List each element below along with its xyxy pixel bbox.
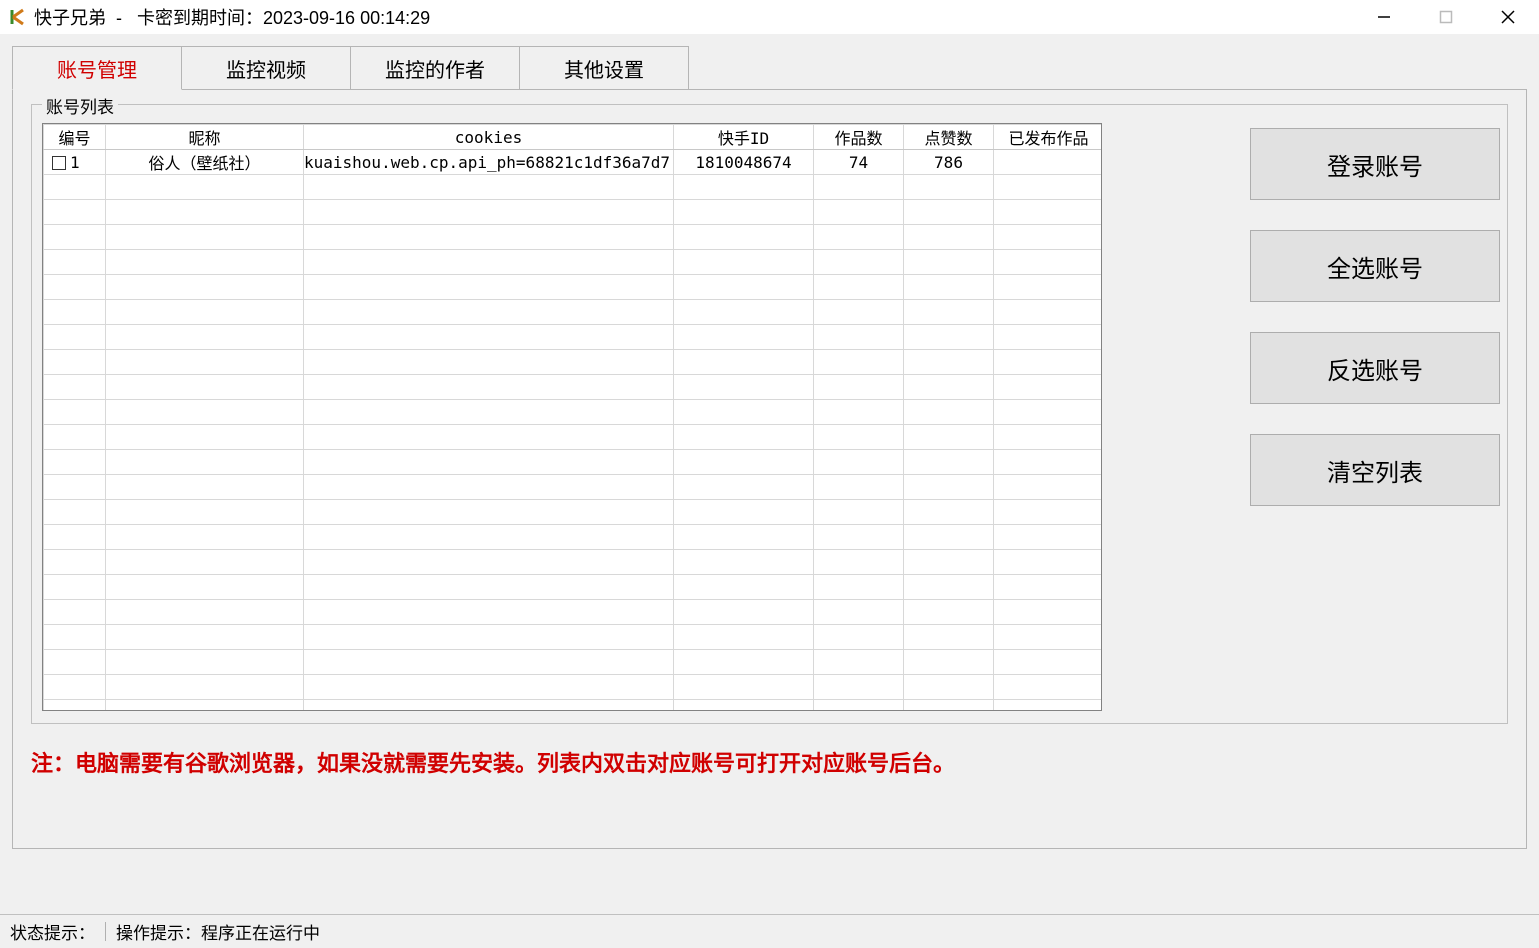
table-row[interactable] [44, 625, 1103, 650]
select-all-button[interactable]: 全选账号 [1250, 230, 1500, 302]
status-hint: 操作提示： 程序正在运行中 [106, 915, 330, 948]
cell-nickname: 俗人（壁纸社） [106, 150, 304, 175]
table-row[interactable] [44, 275, 1103, 300]
cell-id[interactable]: 1 [44, 150, 106, 175]
cell-ksid: 1810048674 [674, 150, 814, 175]
tab-label: 监控视频 [226, 54, 306, 83]
table-row[interactable] [44, 225, 1103, 250]
table-row[interactable] [44, 575, 1103, 600]
title-bar: 快子兄弟 - 卡密到期时间：2023-09-16 00:14:29 [0, 0, 1539, 34]
groupbox-title: 账号列表 [42, 93, 118, 118]
tab-panel: 账号列表 编号 昵称 [12, 89, 1527, 849]
app-icon [8, 7, 28, 27]
col-id[interactable]: 编号 [44, 125, 106, 150]
status-bar: 状态提示： 操作提示： 程序正在运行中 [0, 914, 1539, 948]
table-row[interactable] [44, 675, 1103, 700]
cell-published [994, 150, 1103, 175]
status-label: 状态提示： [0, 915, 105, 948]
login-account-button[interactable]: 登录账号 [1250, 128, 1500, 200]
tab-monitor-author[interactable]: 监控的作者 [350, 46, 520, 90]
table-row[interactable] [44, 500, 1103, 525]
table-row[interactable] [44, 600, 1103, 625]
col-nickname[interactable]: 昵称 [106, 125, 304, 150]
minimize-button[interactable] [1353, 0, 1415, 34]
invert-select-button[interactable]: 反选账号 [1250, 332, 1500, 404]
tab-other-settings[interactable]: 其他设置 [519, 46, 689, 90]
col-published[interactable]: 已发布作品 [994, 125, 1103, 150]
table-row[interactable] [44, 400, 1103, 425]
table-row[interactable] [44, 525, 1103, 550]
table-row[interactable] [44, 700, 1103, 712]
col-cookies[interactable]: cookies [304, 125, 674, 150]
close-button[interactable] [1477, 0, 1539, 34]
account-table[interactable]: 编号 昵称 cookies 快手ID 作品数 点赞数 已发布作品 1俗人（壁纸社… [42, 123, 1102, 711]
table-row[interactable] [44, 250, 1103, 275]
clear-list-button[interactable]: 清空列表 [1250, 434, 1500, 506]
table-row[interactable] [44, 550, 1103, 575]
tab-label: 监控的作者 [385, 54, 485, 83]
status-hint-value: 程序正在运行中 [201, 919, 320, 944]
table-row[interactable] [44, 650, 1103, 675]
table-row[interactable] [44, 350, 1103, 375]
table-row[interactable] [44, 450, 1103, 475]
note-text: 注：电脑需要有谷歌浏览器，如果没就需要先安装。列表内双击对应账号可打开对应账号后… [31, 746, 1508, 778]
col-works[interactable]: 作品数 [814, 125, 904, 150]
col-likes[interactable]: 点赞数 [904, 125, 994, 150]
tab-strip: 账号管理 监控视频 监控的作者 其他设置 [12, 46, 1527, 90]
side-buttons: 登录账号 全选账号 反选账号 清空列表 [1250, 128, 1500, 506]
tab-label: 账号管理 [57, 54, 137, 83]
tab-account-manage[interactable]: 账号管理 [12, 46, 182, 90]
table-header-row: 编号 昵称 cookies 快手ID 作品数 点赞数 已发布作品 [44, 125, 1103, 150]
row-checkbox[interactable] [52, 156, 66, 170]
table-row[interactable]: 1俗人（壁纸社）kuaishou.web.cp.api_ph=68821c1df… [44, 150, 1103, 175]
client-area: 账号管理 监控视频 监控的作者 其他设置 账号列表 [0, 34, 1539, 914]
maximize-button[interactable] [1415, 0, 1477, 34]
table-row[interactable] [44, 375, 1103, 400]
cell-likes: 786 [904, 150, 994, 175]
cell-works: 74 [814, 150, 904, 175]
table-row[interactable] [44, 425, 1103, 450]
table-row[interactable] [44, 300, 1103, 325]
window-title: 快子兄弟 - 卡密到期时间：2023-09-16 00:14:29 [34, 4, 430, 30]
table-row[interactable] [44, 200, 1103, 225]
table-row[interactable] [44, 325, 1103, 350]
status-hint-label: 操作提示： [116, 919, 201, 944]
tab-label: 其他设置 [564, 54, 644, 83]
window-controls [1353, 0, 1539, 34]
table-row[interactable] [44, 175, 1103, 200]
tab-monitor-video[interactable]: 监控视频 [181, 46, 351, 90]
table-row[interactable] [44, 475, 1103, 500]
cell-cookies: kuaishou.web.cp.api_ph=68821c1df36a7d7..… [304, 150, 674, 175]
col-ksid[interactable]: 快手ID [674, 125, 814, 150]
